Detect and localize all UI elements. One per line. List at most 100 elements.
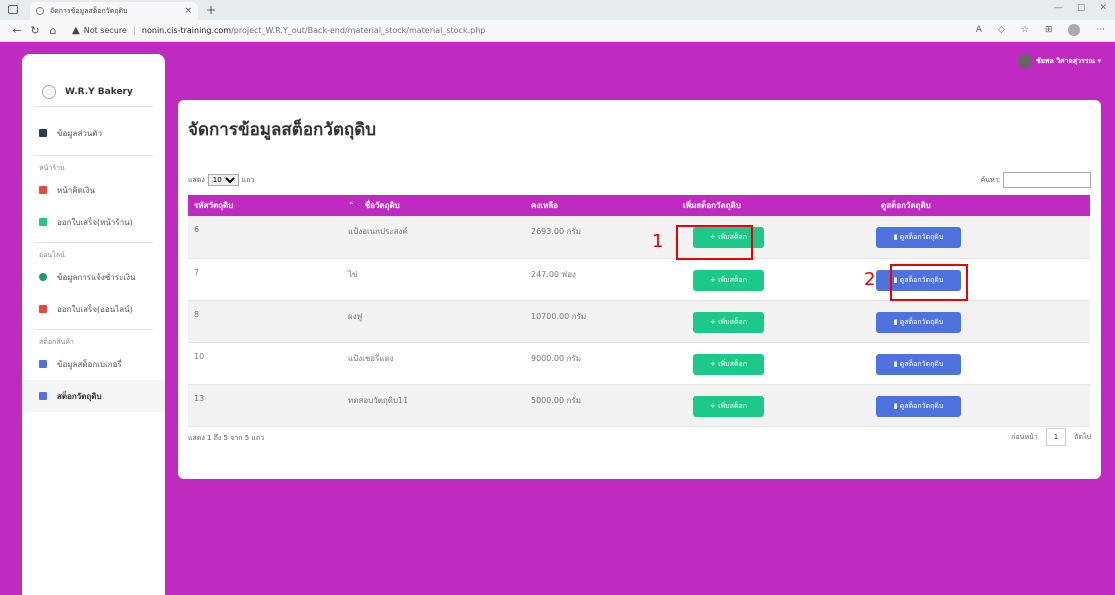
close-window-icon[interactable]: ✕ xyxy=(1099,3,1107,13)
tracking-icon[interactable]: ◇ xyxy=(998,25,1005,35)
column-header-add-stock[interactable]: เพิ่มสต็อกวัตถุดิบ xyxy=(677,195,875,216)
view-stock-label: ดูสต็อกวัตถุดิบ xyxy=(899,401,944,410)
pagination: ก่อนหน้า 1 ถัดไป xyxy=(1011,428,1091,446)
warning-icon[interactable]: ▲ xyxy=(72,25,80,36)
annotation-number-2: 2 xyxy=(864,269,876,290)
material-qty: 5000.00 กรัม xyxy=(525,384,677,427)
material-name: แป้งเชอรี่แดง xyxy=(342,342,525,385)
minimize-icon[interactable]: — xyxy=(1054,3,1063,13)
column-header-label: รหัสวัตถุดิบ xyxy=(194,201,234,210)
prev-page-button[interactable]: ก่อนหน้า xyxy=(1011,432,1038,443)
add-stock-button[interactable]: + เพิ่มสต็อก xyxy=(693,395,764,417)
address-separator: | xyxy=(132,25,136,36)
avatar xyxy=(1018,54,1033,68)
column-header-label: เพิ่มสต็อกวัตถุดิบ xyxy=(683,201,741,210)
column-header-view-stock[interactable]: ดูสต็อกวัตถุดิบ xyxy=(875,195,1090,216)
column-header-name[interactable]: ⌃ ชื่อวัตถุดิบ xyxy=(342,195,525,216)
length-suffix: แถว xyxy=(241,175,255,184)
url-field[interactable]: nonin.cis-training.com/project_W.R.Y_out… xyxy=(142,26,485,35)
view-stock-label: ดูสต็อกวัตถุดิบ xyxy=(899,233,944,241)
collections-icon[interactable]: ⊞ xyxy=(1045,25,1053,35)
view-stock-button[interactable]: ▮ ดูสต็อกวัตถุดิบ xyxy=(876,353,961,375)
sidebar-item-online-receipt[interactable]: ออกใบเสร็จ(ออนไลน์) xyxy=(22,293,165,325)
brand[interactable]: ◌ W.R.Y Bakery xyxy=(22,54,165,106)
bakery-logo-icon: ◌ xyxy=(42,85,56,99)
sidebar-item-label: ออกใบเสร็จ(ออนไลน์) xyxy=(57,304,133,314)
receipt-icon xyxy=(39,186,47,194)
url-path: /project_W.R.Y_out/Back-end/material_sto… xyxy=(231,26,486,35)
user-name: ชัยพล วิศาลสุวรรณ ▾ xyxy=(1036,56,1101,65)
sidebar: ◌ W.R.Y Bakery ข้อมูลส่วนตัว หน้าร้าน หน… xyxy=(22,54,165,595)
sidebar-item-payment[interactable]: ข้อมูลการแจ้งชำระเงิน xyxy=(22,261,165,293)
sidebar-item-profile[interactable]: ข้อมูลส่วนตัว xyxy=(22,117,165,149)
receipt-icon xyxy=(39,305,47,313)
brand-name: W.R.Y Bakery xyxy=(65,87,133,97)
view-stock-button[interactable]: ▮ ดูสต็อกวัตถุดิบ xyxy=(876,395,961,417)
tab-actions-icon[interactable] xyxy=(8,5,18,14)
sidebar-item-label: ข้อมูลส่วนตัว xyxy=(57,128,102,138)
sidebar-item-checkout[interactable]: หน้าคิดเงิน xyxy=(22,174,165,206)
sidebar-item-label: ข้อมูลการแจ้งชำระเงิน xyxy=(57,272,136,282)
refresh-icon[interactable]: ↻ xyxy=(26,24,44,37)
browser-tabbar: จัดการข้อมูลสต็อกวัตถุดิบ × + — ▢ ✕ xyxy=(0,0,1115,20)
view-stock-label: ดูสต็อกวัตถุดิบ xyxy=(899,359,944,368)
restore-icon[interactable]: ▢ xyxy=(1077,3,1086,13)
material-qty: 10700.00 กรัม xyxy=(525,300,677,343)
favicon-icon xyxy=(36,7,44,15)
close-tab-icon[interactable]: × xyxy=(184,6,192,16)
material-name: แป้งอเนกประสงค์ xyxy=(342,216,525,259)
material-name: ผงฟู xyxy=(342,300,525,343)
next-page-button[interactable]: ถัดไป xyxy=(1074,432,1091,443)
add-stock-button[interactable]: + เพิ่มสต็อก xyxy=(693,311,764,333)
sidebar-item-label: หน้าคิดเงิน xyxy=(57,185,95,195)
search-input[interactable] xyxy=(1003,172,1091,188)
sidebar-item-material-stock[interactable]: สต็อกวัตถุดิบ xyxy=(22,380,165,412)
sidebar-section-title: หน้าร้าน xyxy=(39,164,65,172)
sidebar-item-label: ข้อมูลสต็อกเบเกอรี่ xyxy=(57,359,122,369)
table-info: แสดง 1 ถึง 5 จาก 5 แถว xyxy=(188,434,265,442)
annotation-box-1 xyxy=(676,225,753,260)
material-id: 8 xyxy=(188,300,342,343)
browser-toolbar: A ◇ ☆ ⊞ ··· xyxy=(976,24,1105,36)
boxes-icon xyxy=(39,360,47,368)
add-stock-cell: + เพิ่มสต็อก xyxy=(677,384,875,427)
sidebar-item-bakery-stock[interactable]: ข้อมูลสต็อกเบเกอรี่ xyxy=(22,348,165,380)
add-stock-button[interactable]: + เพิ่มสต็อก xyxy=(693,353,764,375)
browser-tab[interactable]: จัดการข้อมูลสต็อกวัตถุดิบ × xyxy=(30,2,198,20)
more-icon[interactable]: ··· xyxy=(1096,25,1105,35)
view-stock-button[interactable]: ▮ ดูสต็อกวัตถุดิบ xyxy=(876,227,961,248)
receipt-icon xyxy=(39,218,47,226)
material-qty: 247.00 ฟอง xyxy=(525,258,677,301)
material-id: 7 xyxy=(188,258,342,301)
id-card-icon xyxy=(39,129,47,137)
page-title: จัดการข้อมูลสต็อกวัตถุดิบ xyxy=(188,120,377,140)
annotation-box-2 xyxy=(890,264,968,301)
read-aloud-icon[interactable]: A xyxy=(976,25,982,35)
material-id: 13 xyxy=(188,384,342,427)
not-secure-label[interactable]: Not secure xyxy=(84,26,127,35)
page-length-select[interactable]: 10 xyxy=(207,174,239,186)
user-menu[interactable]: ชัยพล วิศาลสุวรรณ ▾ xyxy=(1018,54,1101,68)
column-header-id[interactable]: รหัสวัตถุดิบ xyxy=(188,195,342,216)
page-background: ◌ W.R.Y Bakery ข้อมูลส่วนตัว หน้าร้าน หน… xyxy=(0,42,1115,595)
users-icon xyxy=(39,273,47,281)
home-icon[interactable]: ⌂ xyxy=(44,24,62,37)
table-row: 13 ทดสอบวัตถุดิบ11 5000.00 กรัม + เพิ่มส… xyxy=(188,384,1090,427)
sidebar-item-label: สต็อกวัตถุดิบ xyxy=(57,391,102,401)
profile-icon[interactable] xyxy=(1068,24,1081,36)
view-stock-button[interactable]: ▮ ดูสต็อกวัตถุดิบ xyxy=(876,311,961,333)
sidebar-item-label: ออกใบเสร็จ(หน้าร้าน) xyxy=(57,217,133,227)
new-tab-button[interactable]: + xyxy=(206,3,216,17)
current-page-button[interactable]: 1 xyxy=(1045,428,1067,446)
tab-title: จัดการข้อมูลสต็อกวัตถุดิบ xyxy=(50,6,128,15)
column-header-qty[interactable]: คงเหลือ xyxy=(525,195,677,216)
add-stock-button[interactable]: + เพิ่มสต็อก xyxy=(693,269,764,291)
list-icon xyxy=(39,392,47,400)
add-stock-cell: + เพิ่มสต็อก xyxy=(677,342,875,385)
back-icon[interactable]: ← xyxy=(8,24,26,37)
favorite-icon[interactable]: ☆ xyxy=(1021,25,1029,35)
url-host: nonin.cis-training.com xyxy=(141,26,232,35)
table-row: 8 ผงฟู 10700.00 กรัม + เพิ่มสต็อก ▮ ดูสต… xyxy=(188,300,1090,343)
sidebar-item-store-receipt[interactable]: ออกใบเสร็จ(หน้าร้าน) xyxy=(22,206,165,238)
material-id: 10 xyxy=(188,342,342,385)
